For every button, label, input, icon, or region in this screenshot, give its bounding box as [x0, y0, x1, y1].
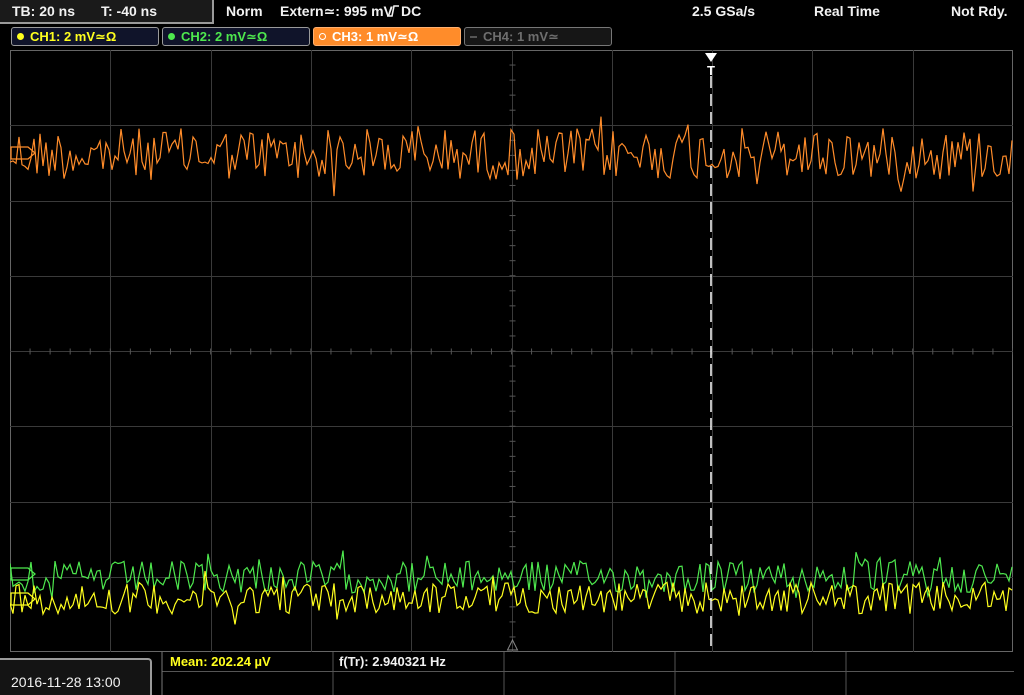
trigger-edge-icon: [386, 3, 400, 19]
ch3-trace: [9, 116, 1013, 197]
measurement-dividers: [161, 652, 847, 695]
trigger-position-label: T: [707, 63, 715, 78]
timebase-panel[interactable]: TB: 20 ns T: -40 ns: [0, 0, 214, 24]
channel-tab-row: CH1: 2 mV≃Ω CH2: 2 mV≃Ω CH3: 1 mV≃Ω CH4:…: [0, 24, 1024, 50]
trigger-source-label[interactable]: Extern≃: 995 mV: [280, 3, 393, 20]
acquisition-mode-label[interactable]: Norm: [226, 3, 263, 19]
tab-ch1[interactable]: CH1: 2 mV≃Ω: [11, 27, 159, 46]
trigger-coupling-label[interactable]: DC: [401, 3, 421, 19]
top-status-bar: TB: 20 ns T: -40 ns Norm Extern≃: 995 mV…: [0, 0, 1024, 24]
tab-ch2-label: CH2: 2 mV≃Ω: [181, 29, 268, 44]
ch4-disabled-icon: [470, 36, 477, 38]
waveform-display[interactable]: T: [9, 49, 1014, 653]
ch1-indicator-icon: [17, 33, 24, 40]
tab-ch4-label: CH4: 1 mV≃: [483, 29, 559, 44]
tab-ch4[interactable]: CH4: 1 mV≃: [464, 27, 612, 46]
trigger-position-arrow-icon: [705, 53, 717, 62]
ch3-indicator-icon: [319, 33, 326, 40]
tab-ch1-label: CH1: 2 mV≃Ω: [30, 29, 117, 44]
run-status-label: Not Rdy.: [951, 3, 1008, 19]
realtime-label: Real Time: [814, 3, 880, 19]
tab-ch2[interactable]: CH2: 2 mV≃Ω: [162, 27, 310, 46]
ch2-indicator-icon: [168, 33, 175, 40]
ch2-trace: [9, 550, 1013, 599]
tab-ch3-label: CH3: 1 mV≃Ω: [332, 29, 419, 44]
tab-ch3[interactable]: CH3: 1 mV≃Ω: [313, 27, 461, 46]
ch1-trace: [9, 570, 1013, 625]
graticule: T: [9, 49, 1014, 653]
bottom-status-bar: 2016-11-28 13:00 Mean: 202.24 µV f(Tr): …: [0, 652, 1024, 695]
trigger-time-label[interactable]: T: -40 ns: [101, 3, 157, 19]
sample-rate-label: 2.5 GSa/s: [692, 3, 756, 19]
timebase-label[interactable]: TB: 20 ns: [12, 3, 75, 19]
